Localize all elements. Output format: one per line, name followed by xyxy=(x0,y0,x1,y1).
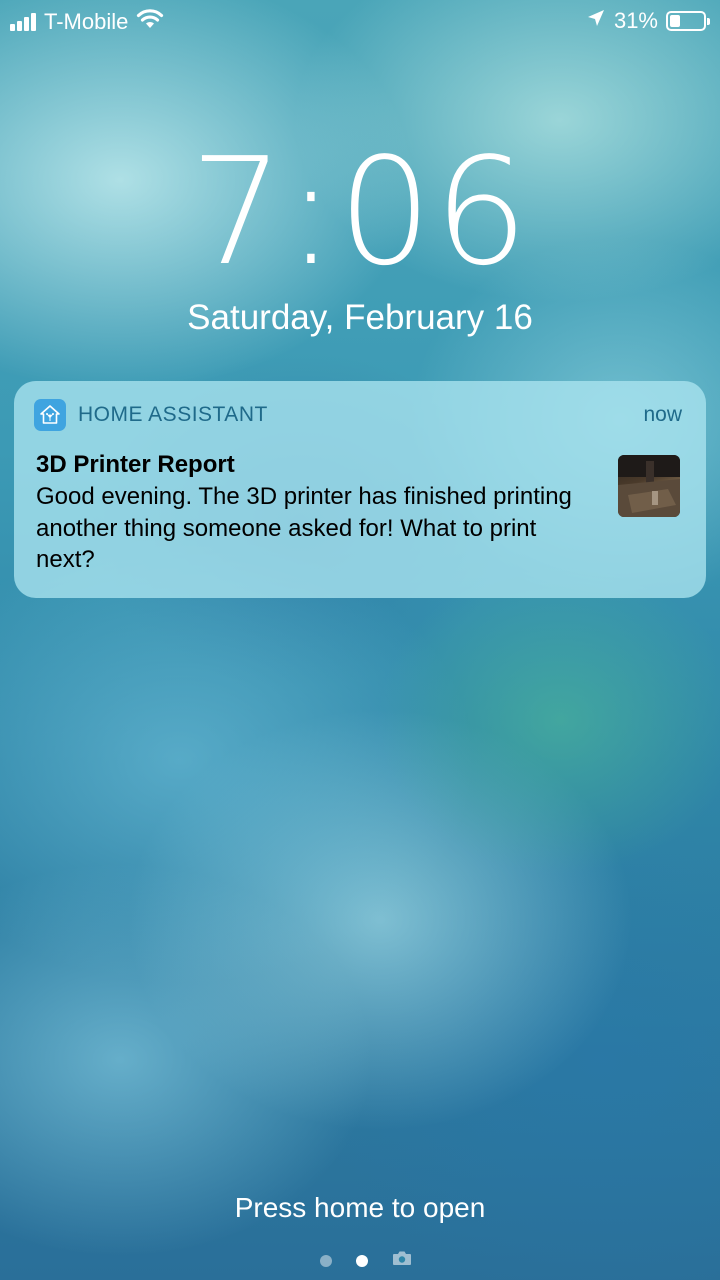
cellular-signal-icon xyxy=(10,13,38,31)
home-assistant-icon xyxy=(34,399,66,431)
battery-icon xyxy=(666,11,710,31)
location-arrow-icon xyxy=(586,8,606,34)
status-bar: T-Mobile 31% xyxy=(0,0,720,44)
notification-time: now xyxy=(643,403,682,426)
battery-percent: 31% xyxy=(613,8,658,33)
notification-title: 3D Printer Report xyxy=(36,451,235,478)
carrier-name: T-Mobile xyxy=(44,9,129,34)
battery-level-fill xyxy=(670,15,680,27)
notification-header: HOME ASSISTANT now xyxy=(34,397,682,433)
lock-clock: 7:06 xyxy=(189,126,531,298)
notification-card[interactable]: HOME ASSISTANT now 3D Printer Report Goo… xyxy=(14,381,706,598)
lock-date: Saturday, February 16 xyxy=(187,298,533,337)
notification-app-name: HOME ASSISTANT xyxy=(78,403,268,426)
status-right: 31% xyxy=(586,8,710,34)
page-dot xyxy=(320,1254,332,1267)
notification-body: Good evening. The 3D printer has finishe… xyxy=(36,483,572,573)
notification-thumbnail xyxy=(618,455,680,517)
page-dot-active xyxy=(356,1254,368,1267)
wifi-icon xyxy=(136,8,164,36)
camera-icon[interactable] xyxy=(392,1250,412,1271)
page-indicator[interactable] xyxy=(0,1250,720,1271)
press-home-label: Press home to open xyxy=(234,1192,486,1223)
status-left: T-Mobile xyxy=(10,8,164,36)
